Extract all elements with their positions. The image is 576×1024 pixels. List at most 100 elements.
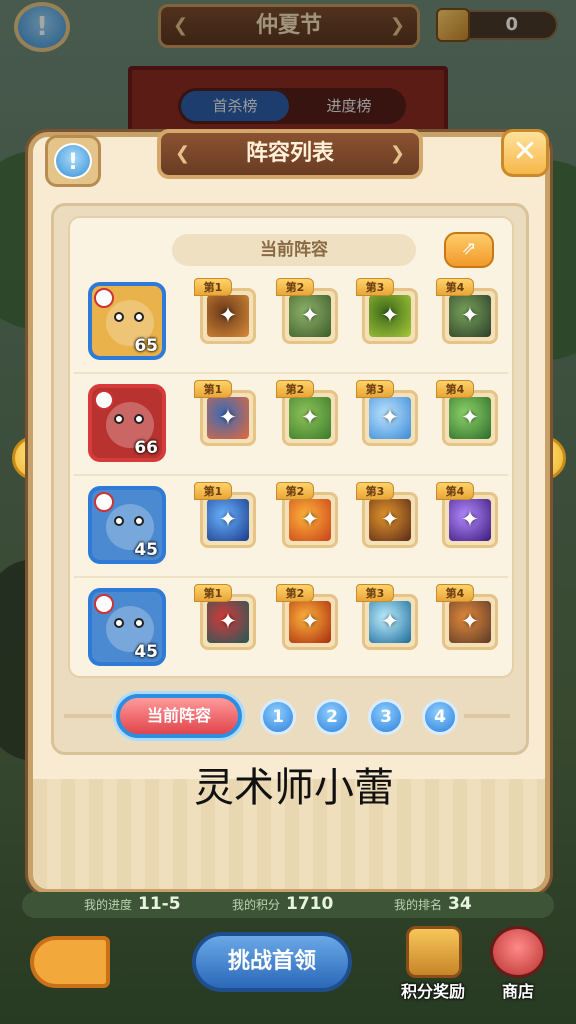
row-divider [74,372,508,374]
hero-avatar[interactable]: 65 [88,282,166,360]
axe-icon: ✦ [289,295,331,337]
score-reward-label: 积分奖励 [400,982,465,1001]
lineup-pager: 当前阵容 1 2 3 4 [64,694,510,738]
comet-icon: ✦ [207,499,249,541]
skill-slot[interactable]: 第2 ✦ [276,482,338,548]
goblin-icon: ✦ [289,397,331,439]
modal-title-text: 阵容列表 [245,141,334,166]
stat-progress: 我的进度 11-5 [84,894,181,914]
skill-slot[interactable]: 第4 ✦ [436,584,498,650]
skill-slot[interactable]: 第2 ✦ [276,584,338,650]
hero-level: 45 [134,540,158,560]
share-icon: ⇗ [461,238,477,259]
skill-slot[interactable]: 第1 ✦ [194,380,256,446]
dark-totem-icon: ✦ [369,499,411,541]
skill-slot[interactable]: 第3 ✦ [356,278,418,344]
eye [134,516,144,526]
share-button[interactable]: ⇗ [444,232,494,268]
eye [134,312,144,322]
stats-bar: 我的进度 11-5 我的积分 1710 我的排名 34 [22,892,554,918]
hero-level: 45 [134,642,158,662]
paw-icon: ✦ [289,499,331,541]
skill-slot[interactable]: 第3 ✦ [356,584,418,650]
close-button[interactable]: ✕ [501,129,549,177]
skill-order-tag: 第4 [436,482,474,500]
spear-icon: ✦ [369,397,411,439]
hero-avatar[interactable]: 66 [88,384,166,462]
stat-label: 我的排名 [394,898,443,912]
lineup-page-4[interactable]: 4 [422,699,458,735]
skill-order-tag: 第3 [356,584,394,602]
lion-icon: ✦ [207,397,249,439]
challenge-boss-button[interactable]: 挑战首领 [192,932,352,992]
skill-order-tag: 第1 [194,584,232,602]
eye [114,618,124,628]
magic-circle-icon: ✦ [449,499,491,541]
skill-order-tag: 第3 [356,380,394,398]
skill-slot[interactable]: 第1 ✦ [194,278,256,344]
eye [114,414,124,424]
treasure-chest-icon [406,926,462,978]
skill-order-tag: 第2 [276,482,314,500]
green-spear-icon: ✦ [449,397,491,439]
current-lineup-tab[interactable]: 当前阵容 [116,694,242,738]
row-divider [74,474,508,476]
skill-slot[interactable]: 第4 ✦ [436,380,498,446]
skill-order-tag: 第3 [356,482,394,500]
chevron-left-icon: ❮ [175,143,191,164]
skill-slot[interactable]: 第1 ✦ [194,584,256,650]
close-icon: ✕ [512,134,538,169]
hero-avatar[interactable]: 45 [88,486,166,564]
shop-label: 商店 [501,982,534,1001]
element-badge-icon [94,492,114,512]
skill-order-tag: 第3 [356,278,394,296]
lineup-page-3[interactable]: 3 [368,699,404,735]
stat-label: 我的积分 [232,898,281,912]
skill-order-tag: 第4 [436,278,474,296]
element-badge-icon [94,390,114,410]
skill-order-tag: 第1 [194,482,232,500]
stat-rank: 我的排名 34 [394,894,472,914]
skill-slot[interactable]: 第3 ✦ [356,482,418,548]
skill-slot[interactable]: 第4 ✦ [436,482,498,548]
dark-claw-icon: ✦ [449,295,491,337]
eye [134,414,144,424]
stat-value: 34 [448,894,472,914]
row-divider [74,576,508,578]
chevron-right-icon: ❯ [389,143,405,164]
lineup-list: 当前阵容 ⇗ 65 第1 ✦ 第2 ✦ 第3 ✦ 第4 ✦ 66 第1 ✦ 第2 ✦ 第3 ✦ 第4 ✦ 45 第1 ✦… [68,216,514,678]
modal-info-button[interactable]: ! [45,135,101,187]
skill-slot[interactable]: 第4 ✦ [436,278,498,344]
eye [114,312,124,322]
lineup-page-1[interactable]: 1 [260,699,296,735]
skill-slot[interactable]: 第1 ✦ [194,482,256,548]
shop-button[interactable]: 商店 [482,926,554,1002]
hammer-icon: ✦ [449,601,491,643]
shop-icon [490,926,546,978]
crystal-icon: ✦ [207,295,249,337]
skill-order-tag: 第1 [194,278,232,296]
lineup-panel: 当前阵容 ⇗ 65 第1 ✦ 第2 ✦ 第3 ✦ 第4 ✦ 66 第1 ✦ 第2 ✦ 第3 ✦ 第4 ✦ 45 第1 ✦… [51,203,529,755]
pager-decoration [464,714,510,718]
fish-bone-icon [30,936,110,988]
hero-caption: 灵术师小蕾 [194,765,394,811]
element-badge-icon [94,594,114,614]
skill-order-tag: 第4 [436,380,474,398]
section-title: 当前阵容 [172,234,416,266]
stat-label: 我的进度 [84,898,133,912]
pager-decoration [64,714,112,718]
skill-slot[interactable]: 第2 ✦ [276,278,338,344]
ice-staff-icon: ✦ [369,601,411,643]
hero-level: 65 [134,336,158,356]
skill-slot[interactable]: 第2 ✦ [276,380,338,446]
skill-order-tag: 第2 [276,278,314,296]
modal-title: ❮ 阵容列表 ❯ [157,129,423,179]
skill-order-tag: 第2 [276,380,314,398]
skill-slot[interactable]: 第3 ✦ [356,380,418,446]
lineup-page-2[interactable]: 2 [314,699,350,735]
fire-icon: ✦ [289,601,331,643]
skill-order-tag: 第4 [436,584,474,602]
info-icon: ! [54,143,92,179]
hero-avatar[interactable]: 45 [88,588,166,666]
score-reward-button[interactable]: 积分奖励 [394,926,472,1002]
